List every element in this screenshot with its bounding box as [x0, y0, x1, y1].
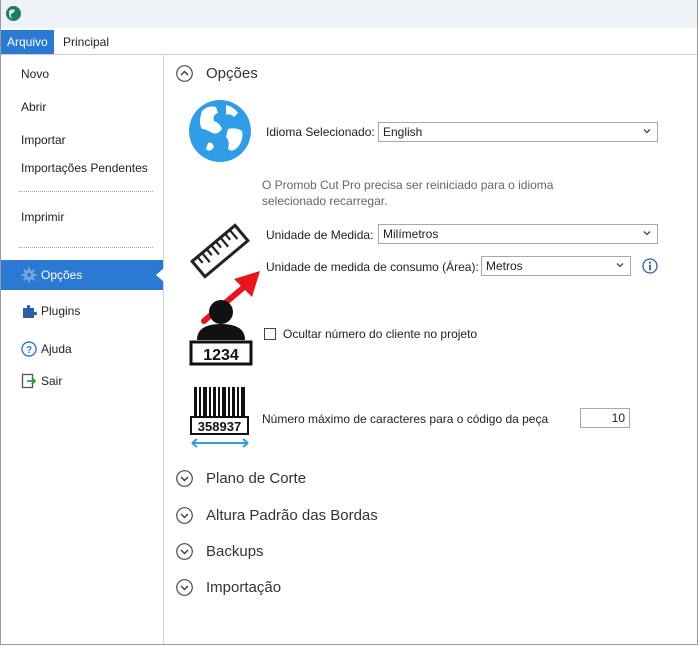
unit-label: Unidade de Medida:: [266, 228, 374, 242]
area-unit-select[interactable]: Metros: [481, 256, 631, 276]
sidebar-item-novo[interactable]: Novo: [1, 62, 163, 86]
chevron-down-icon: [176, 579, 193, 596]
tab-principal[interactable]: Principal: [57, 30, 115, 54]
exit-icon: [21, 373, 37, 389]
application-window: Arquivo Principal Novo Abrir Importar Im…: [0, 0, 698, 645]
client-number-icon: 1234: [189, 300, 253, 366]
hide-client-label: Ocultar número do cliente no projeto: [283, 327, 478, 341]
section-title: Opções: [206, 65, 258, 82]
chevron-down-icon: [643, 129, 651, 134]
chevron-down-icon: [643, 231, 651, 236]
puzzle-icon: [23, 305, 37, 318]
chevron-down-icon: [176, 507, 193, 524]
chevron-down-icon: [616, 263, 624, 268]
max-chars-label: Número máximo de caracteres para o códig…: [262, 412, 549, 426]
sidebar-item-label: Ajuda: [41, 342, 72, 356]
sidebar-item-sair[interactable]: Sair: [1, 369, 163, 393]
unit-select-value: Milímetros: [383, 227, 439, 241]
language-select-value: English: [383, 125, 423, 139]
sidebar-item-ajuda[interactable]: ? Ajuda: [1, 337, 163, 361]
barcode-icon: 358937: [190, 387, 249, 448]
sidebar-divider: [19, 247, 153, 248]
section-title: Altura Padrão das Bordas: [206, 507, 378, 524]
help-icon: ?: [21, 341, 37, 357]
unit-select[interactable]: Milímetros: [378, 224, 658, 244]
max-chars-input[interactable]: 10: [580, 408, 630, 428]
section-importacao-header[interactable]: Importação: [176, 576, 281, 600]
sidebar-item-importar[interactable]: Importar: [1, 128, 163, 152]
client-number-icon-text: 1234: [203, 347, 239, 364]
section-title: Plano de Corte: [206, 470, 307, 487]
section-backups-header[interactable]: Backups: [176, 540, 264, 564]
active-pointer: [156, 268, 164, 282]
section-opcoes-header[interactable]: Opções: [176, 62, 258, 86]
barcode-icon-text: 358937: [198, 419, 241, 434]
language-label: Idioma Selecionado:: [266, 125, 375, 139]
sidebar-item-label: Opções: [41, 268, 83, 282]
sidebar-item-plugins[interactable]: Plugins: [1, 299, 163, 323]
sidebar-item-imprimir[interactable]: Imprimir: [1, 205, 163, 229]
hide-client-checkbox[interactable]: [264, 328, 276, 340]
tab-arquivo[interactable]: Arquivo: [1, 30, 54, 54]
chevron-down-icon: [176, 543, 193, 560]
sidebar-item-label: Sair: [41, 374, 63, 388]
sidebar-item-label: Plugins: [41, 304, 81, 318]
sidebar-item-importacoes-pendentes[interactable]: Importações Pendentes: [1, 156, 163, 180]
chevron-down-icon: [176, 470, 193, 487]
globe-icon: [189, 100, 251, 162]
section-title: Importação: [206, 579, 282, 596]
section-title: Backups: [206, 543, 264, 560]
title-bar: [1, 0, 697, 28]
backstage-sidebar: Novo Abrir Importar Importações Pendente…: [1, 55, 164, 644]
sidebar-item-opcoes[interactable]: Opções: [1, 260, 164, 290]
ribbon-tabs: Arquivo Principal: [1, 28, 697, 55]
svg-text:?: ?: [26, 345, 32, 356]
restart-note: O Promob Cut Pro precisa ser reiniciado …: [262, 178, 554, 208]
area-unit-select-value: Metros: [486, 259, 523, 273]
area-unit-label: Unidade de medida de consumo (Área):: [266, 260, 479, 274]
sidebar-divider: [19, 191, 153, 192]
app-logo-icon: [6, 6, 21, 21]
options-panel: Opções Idioma Selecionado: English O Pro…: [164, 55, 697, 644]
sidebar-item-abrir[interactable]: Abrir: [1, 95, 163, 119]
gear-icon: [21, 267, 37, 283]
language-select[interactable]: English: [378, 122, 658, 142]
section-altura-padrao-header[interactable]: Altura Padrão das Bordas: [176, 504, 378, 528]
info-icon[interactable]: [642, 258, 658, 274]
chevron-up-icon: [176, 65, 193, 82]
section-plano-de-corte-header[interactable]: Plano de Corte: [176, 467, 306, 491]
